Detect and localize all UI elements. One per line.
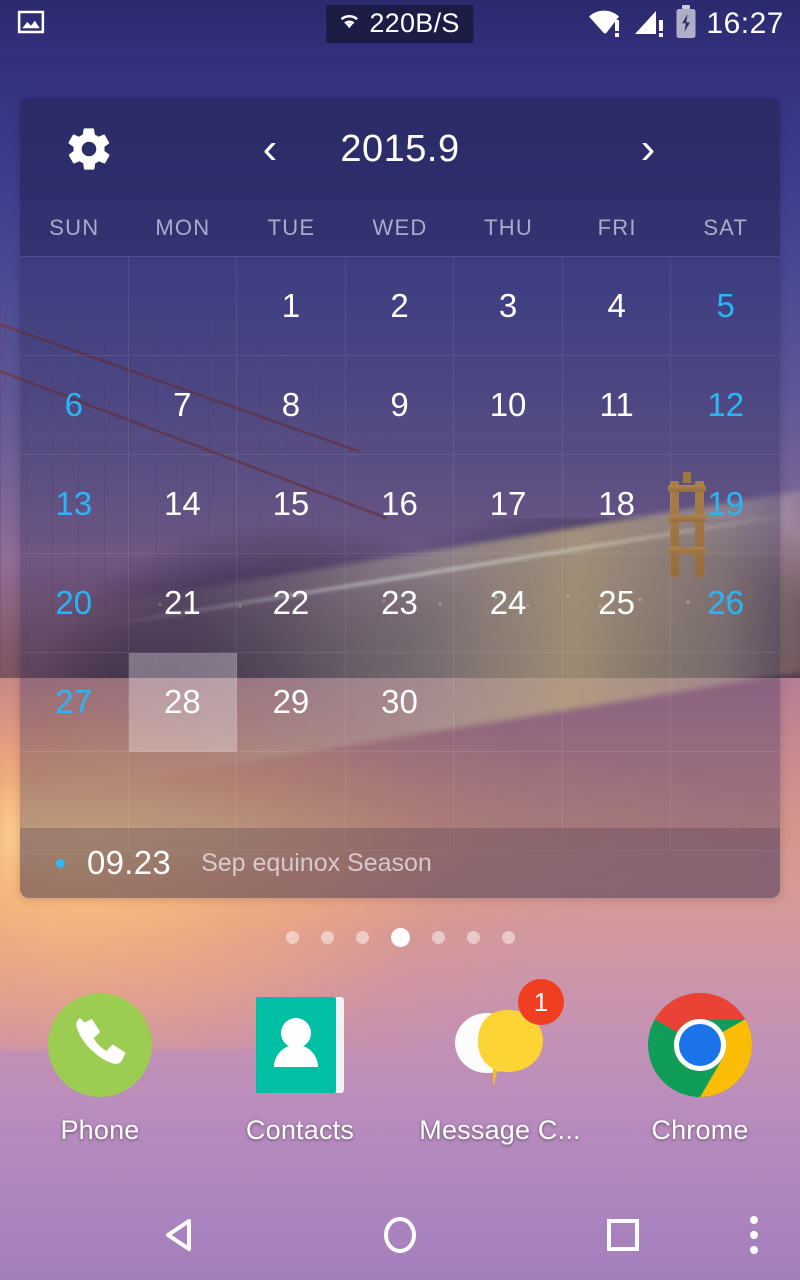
status-bar-system-icons: 16:27: [587, 4, 784, 44]
calendar-day-27[interactable]: 27: [20, 653, 129, 752]
weekday-label: WED: [372, 215, 428, 240]
navigation-bar: [0, 1190, 800, 1280]
calendar-day-grid[interactable]: 1 2 3 4 5 6 7 8 9 10 11 12 13 14 15 16 17 18 19 20 21 22 23 24 2…: [20, 256, 780, 851]
phone-icon: [40, 985, 160, 1105]
calendar-day-11[interactable]: 11: [562, 356, 672, 455]
cellular-warning-icon: [632, 6, 666, 43]
event-dot-icon: [56, 858, 65, 868]
calendar-day-16[interactable]: 16: [345, 455, 455, 554]
weekday-label: SUN: [49, 215, 100, 240]
app-chrome[interactable]: Chrome: [600, 985, 800, 1146]
calendar-day-23[interactable]: 23: [345, 554, 455, 653]
page-dot[interactable]: [320, 931, 334, 944]
calendar-header: ‹ 2015.9 ›: [20, 98, 780, 200]
message-icon: 1: [440, 979, 564, 1105]
wifi-warning-icon: [587, 6, 623, 43]
calendar-day-30[interactable]: 30: [345, 653, 455, 752]
calendar-cell-empty: [454, 653, 563, 752]
app-phone[interactable]: Phone: [0, 985, 200, 1146]
calendar-day-17[interactable]: 17: [454, 455, 563, 554]
recents-square-icon[interactable]: [588, 1200, 658, 1270]
page-dot[interactable]: [466, 931, 480, 944]
calendar-day-14[interactable]: 14: [128, 455, 238, 554]
event-label: Sep equinox Season: [201, 848, 432, 877]
calendar-day-20[interactable]: 20: [20, 554, 129, 653]
page-indicator: [0, 928, 800, 947]
weekday-label: MON: [155, 215, 211, 240]
page-dot[interactable]: [355, 931, 369, 944]
overflow-menu-icon[interactable]: [726, 1200, 782, 1270]
calendar-cell-empty: [20, 257, 129, 356]
battery-charging-icon: [675, 4, 697, 44]
calendar-day-4[interactable]: 4: [562, 257, 672, 356]
calendar-day-10[interactable]: 10: [454, 356, 563, 455]
contacts-icon: [240, 985, 360, 1105]
calendar-day-24[interactable]: 24: [454, 554, 563, 653]
network-speed-chip: 220B/S: [326, 5, 474, 43]
calendar-day-6[interactable]: 6: [20, 356, 129, 455]
calendar-weekday-header: SUN MON TUE WED THU FRI SAT: [20, 200, 780, 256]
calendar-cell-empty: [562, 653, 672, 752]
chevron-right-icon[interactable]: ›: [620, 121, 676, 177]
calendar-cell-empty: [128, 257, 238, 356]
calendar-day-21[interactable]: 21: [128, 554, 238, 653]
calendar-day-1[interactable]: 1: [237, 257, 346, 356]
calendar-day-3[interactable]: 3: [454, 257, 563, 356]
calendar-day-18[interactable]: 18: [562, 455, 672, 554]
event-date: 09.23: [87, 844, 172, 881]
home-circle-icon[interactable]: [365, 1200, 435, 1270]
page-dot[interactable]: [285, 931, 299, 944]
app-row: Phone Contacts 1 Message C... Chrome: [0, 979, 800, 1155]
calendar-day-12[interactable]: 12: [671, 356, 780, 455]
calendar-day-25[interactable]: 25: [562, 554, 672, 653]
app-label: Phone: [60, 1115, 140, 1145]
status-bar-clock: 16:27: [706, 7, 784, 40]
calendar-day-19[interactable]: 19: [671, 455, 780, 554]
page-dot[interactable]: [431, 931, 445, 944]
page-dot[interactable]: [501, 931, 515, 944]
app-label: Contacts: [245, 1115, 355, 1145]
app-label: Chrome: [651, 1115, 749, 1145]
app-label: Message C...: [419, 1115, 581, 1145]
network-speed-text: 220B/S: [369, 8, 460, 38]
calendar-day-7[interactable]: 7: [128, 356, 238, 455]
back-triangle-icon[interactable]: [146, 1200, 216, 1270]
app-message-center[interactable]: 1 Message C...: [400, 979, 600, 1146]
weekday-label: TUE: [267, 215, 316, 240]
calendar-day-28[interactable]: 28: [128, 653, 238, 752]
status-bar[interactable]: 220B/S 16:27: [0, 0, 800, 48]
photo-icon: [16, 7, 46, 42]
page-dot-active[interactable]: [390, 928, 410, 947]
calendar-event-row[interactable]: 09.23 Sep equinox Season: [20, 828, 780, 898]
calendar-day-15[interactable]: 15: [237, 455, 346, 554]
chrome-icon: [640, 985, 760, 1105]
weekday-label: SAT: [703, 215, 749, 240]
calendar-day-22[interactable]: 22: [237, 554, 346, 653]
calendar-day-5[interactable]: 5: [671, 257, 780, 356]
status-bar-notifications: [16, 7, 46, 42]
calendar-day-26[interactable]: 26: [671, 554, 780, 653]
notification-badge: 1: [518, 979, 564, 1025]
calendar-day-9[interactable]: 9: [345, 356, 455, 455]
calendar-widget[interactable]: ‹ 2015.9 › SUN MON TUE WED THU FRI SAT 1…: [20, 98, 780, 898]
calendar-day-13[interactable]: 13: [20, 455, 129, 554]
calendar-day-8[interactable]: 8: [237, 356, 346, 455]
calendar-cell-empty: [671, 653, 780, 752]
wifi-small-icon: [337, 11, 361, 36]
home-screen: 220B/S 16:27 ‹ 2015.9 › SUN MON TUE WED …: [0, 0, 800, 1280]
weekday-label: THU: [484, 215, 533, 240]
calendar-day-2[interactable]: 2: [345, 257, 455, 356]
weekday-label: FRI: [597, 215, 637, 240]
calendar-day-29[interactable]: 29: [237, 653, 346, 752]
app-contacts[interactable]: Contacts: [200, 985, 400, 1146]
